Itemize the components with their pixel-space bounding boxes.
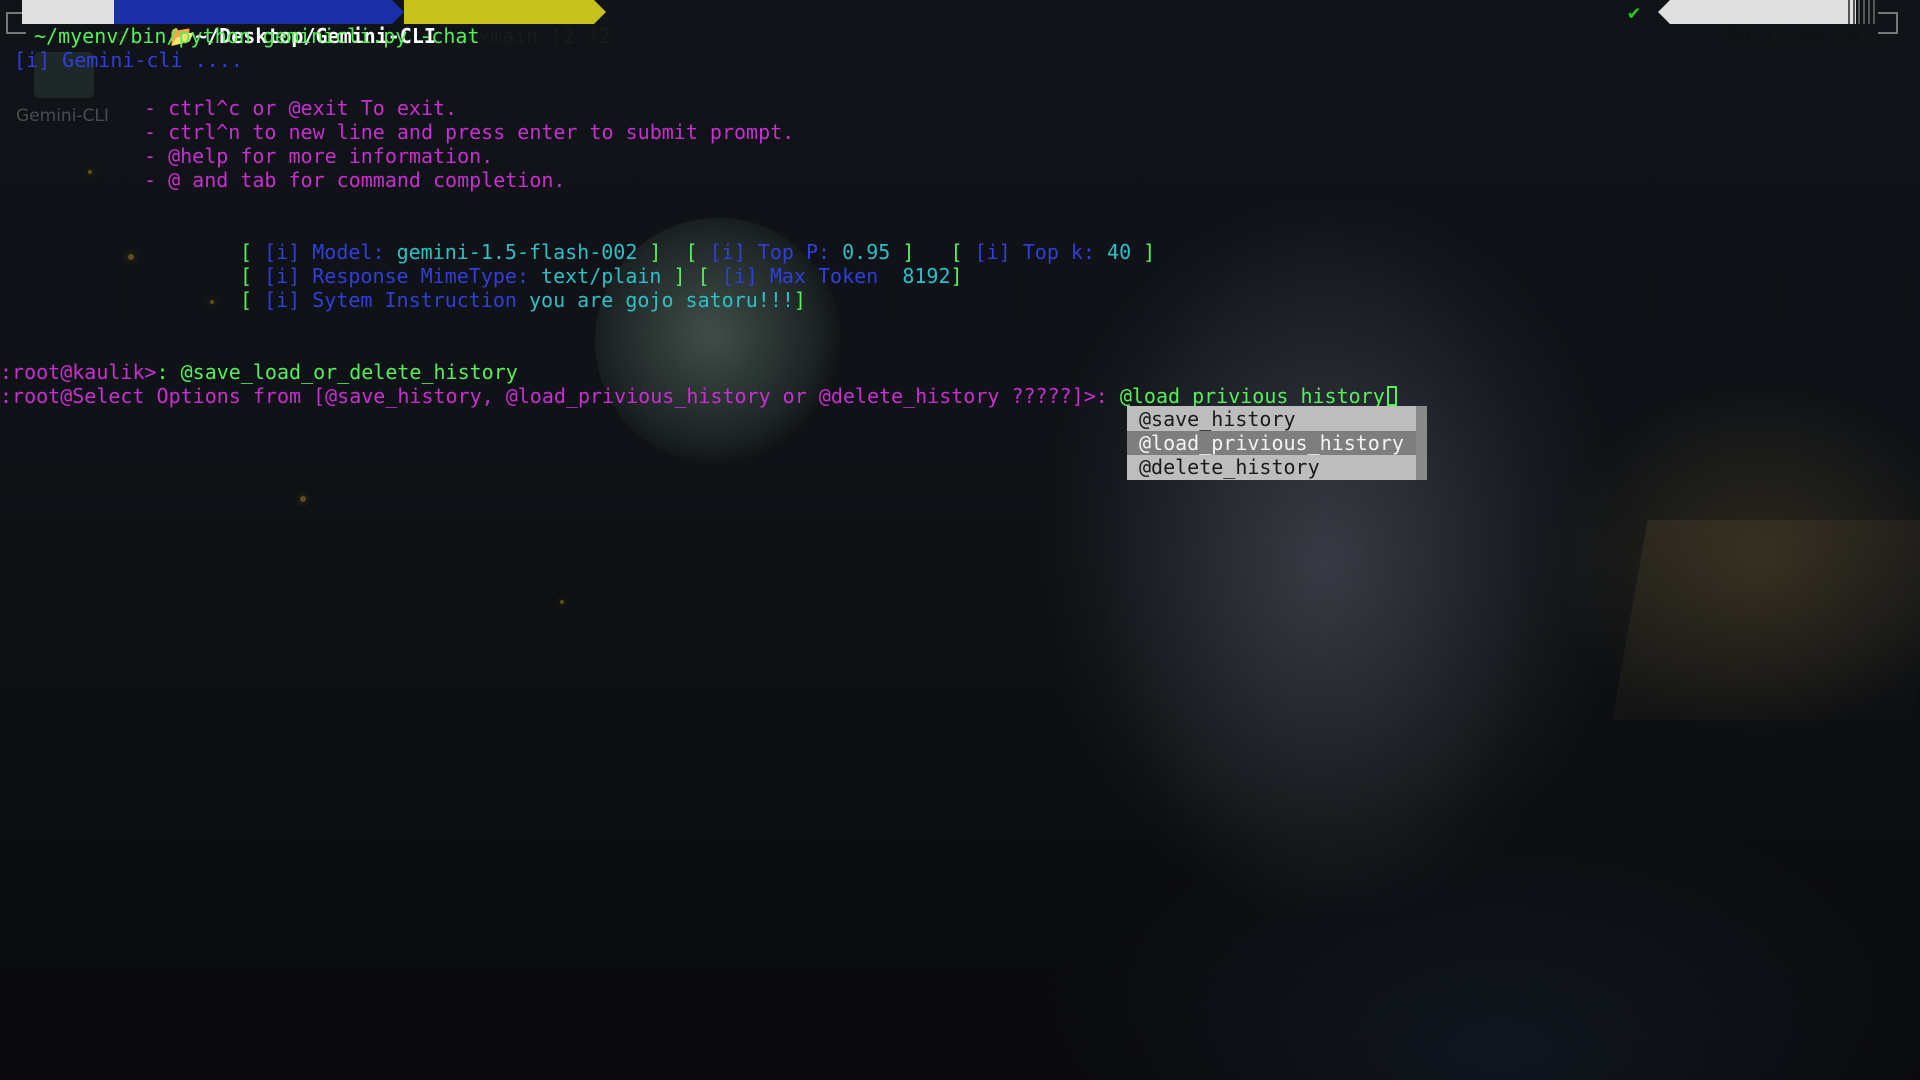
config-line-mime: [ [i] Response MimeType: text/plain ] [ … — [240, 264, 963, 288]
bracket: ] — [950, 264, 963, 288]
command-line: ~/myenv/bin/python geminicli.py -chat — [34, 24, 480, 48]
prompt-input-active[interactable]: @load_privious_history — [1120, 384, 1385, 408]
top-k-label: [i] Top k: — [974, 240, 1095, 264]
prompt-separator: : — [1095, 384, 1108, 408]
prompt-user: :root@kaulik> — [0, 360, 157, 384]
prompt-separator: : — [156, 360, 169, 384]
git-segment: ◉⑂main !2 ?2 — [404, 0, 611, 48]
bracket: [ — [240, 240, 265, 264]
model-value: gemini-1.5-flash-002 — [396, 240, 638, 264]
prompt-stripe — [1848, 0, 1878, 24]
completion-popup[interactable]: @save_history @load_privious_history @de… — [1127, 406, 1427, 480]
terminal-window[interactable]: ⚙ 📂~/Desktop/Gemini-CLI ◉⑂main !2 ?2 ✔ 0… — [0, 0, 1920, 1080]
session-prompt-2[interactable]: :root@Select Options from [@save_history… — [0, 384, 1397, 408]
bracket: ] [ — [890, 240, 975, 264]
directory-segment: 📂~/Desktop/Gemini-CLI — [114, 0, 436, 48]
prompt-input: @save_load_or_delete_history — [180, 360, 518, 384]
completion-scrollbar[interactable] — [1416, 406, 1427, 480]
top-k-value: 40 — [1107, 240, 1132, 264]
config-line-system: [ [i] Sytem Instruction you are gojo sat… — [240, 288, 806, 312]
help-line: - @help for more information. — [144, 144, 494, 168]
bracket: ] — [1131, 240, 1156, 264]
prompt-bracket-right — [1878, 12, 1898, 34]
os-segment: ⚙ — [22, 0, 128, 48]
config-line-model: [ [i] Model: gemini-1.5-flash-002 ] [ [i… — [240, 240, 1155, 264]
bracket: ] [ — [637, 240, 710, 264]
bracket: ] — [793, 288, 806, 312]
top-p-value: 0.95 — [842, 240, 891, 264]
command-text: ~/myenv/bin/python geminicli.py -chat — [34, 24, 480, 48]
app-banner: [i] Gemini-cli .... — [14, 48, 243, 72]
text-cursor — [1386, 386, 1397, 406]
max-token-label: [i] Max Token — [721, 264, 879, 288]
prompt-time: 09:11:50 PM — [1726, 24, 1859, 48]
git-branch-icon: ⑂ — [478, 24, 491, 48]
prompt-user: :root@Select Options from [@save_history… — [0, 384, 1096, 408]
time-segment: 09:11:50 PM ◷ — [1658, 0, 1883, 48]
top-p-label: [i] Top P: — [709, 240, 831, 264]
system-instruction-label: [i] Sytem Instruction — [264, 288, 517, 312]
mime-value: text/plain — [541, 264, 662, 288]
status-check-icon: ✔ — [1628, 0, 1641, 24]
git-status: main !2 ?2 — [490, 24, 611, 48]
mime-label: [i] Response MimeType: — [264, 264, 529, 288]
bracket: [ — [240, 288, 265, 312]
help-line: - @ and tab for command completion. — [144, 168, 566, 192]
completion-item[interactable]: @delete_history — [1127, 455, 1416, 479]
system-instruction-value: you are gojo satoru!!! — [529, 288, 794, 312]
completion-item-selected[interactable]: @load_privious_history — [1127, 431, 1416, 455]
session-prompt-1: :root@kaulik>: @save_load_or_delete_hist… — [0, 360, 518, 384]
help-line: - ctrl^c or @exit To exit. — [144, 96, 458, 120]
bracket: [ — [240, 264, 265, 288]
help-line: - ctrl^n to new line and press enter to … — [144, 120, 795, 144]
completion-item[interactable]: @save_history — [1127, 407, 1416, 431]
bracket: ] [ — [661, 264, 722, 288]
max-token-value: 8192 — [902, 264, 951, 288]
model-label: [i] Model: — [264, 240, 385, 264]
